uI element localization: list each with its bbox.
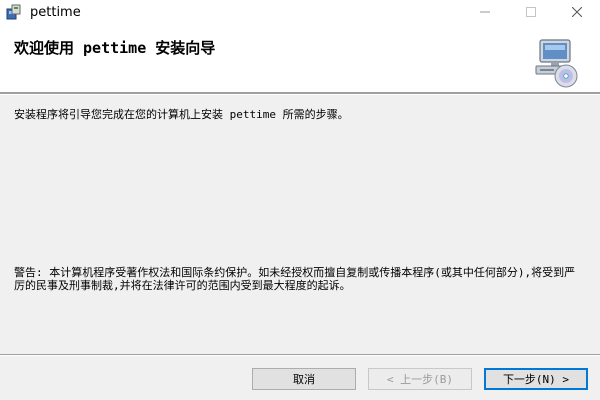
window-controls [462,0,600,24]
cancel-button[interactable]: 取消 [252,368,356,390]
footer-divider [0,354,600,356]
header-divider [0,92,600,95]
maximize-icon [526,7,536,17]
wizard-title: 欢迎使用 pettime 安装向导 [14,39,216,57]
maximize-button[interactable] [508,0,554,24]
window-title: pettime [30,4,81,20]
minimize-button[interactable] [462,0,508,24]
computer-cd-icon [535,39,578,88]
installer-window: pettime 欢迎使用 pettime 安装向导 安装程序将引导您完成在您的计… [0,0,600,400]
minimize-icon [480,11,490,13]
close-icon [572,7,582,17]
back-button[interactable]: < 上一步(B) [368,368,472,390]
wizard-header: 欢迎使用 pettime 安装向导 [0,24,600,92]
copyright-warning: 警告: 本计算机程序受著作权法和国际条约保护。如未经授权而擅自复制或传播本程序(… [14,266,576,292]
next-button[interactable]: 下一步(N) > [484,368,588,390]
title-bar[interactable]: pettime [0,0,600,24]
close-button[interactable] [554,0,600,24]
intro-text: 安装程序将引导您完成在您的计算机上安装 pettime 所需的步骤。 [14,108,349,121]
installer-icon [6,4,21,20]
